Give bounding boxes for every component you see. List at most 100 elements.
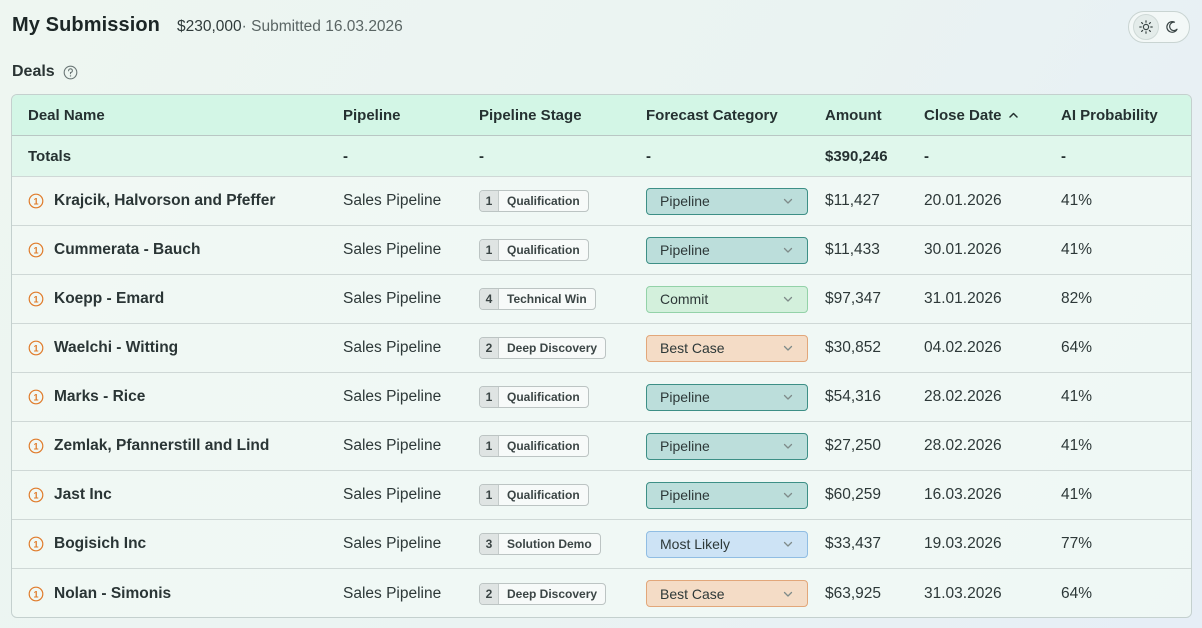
question-circle-icon[interactable]	[63, 65, 78, 80]
table-row[interactable]: 1 Nolan - Simonis Sales Pipeline 2 Deep Disc…	[12, 569, 1191, 617]
table-row[interactable]: 1 Bogisich Inc Sales Pipeline 3 Solution Dem…	[12, 520, 1191, 569]
table-row[interactable]: 1 Jast Inc Sales Pipeline 1 Qualification Pip…	[12, 471, 1191, 520]
forecast-category-select[interactable]: Most Likely	[646, 530, 808, 558]
forecast-category-select[interactable]: Commit	[646, 285, 808, 313]
amount-cell: $54,316	[825, 388, 882, 405]
svg-text:1: 1	[33, 196, 38, 206]
forecast-category-select[interactable]: Pipeline	[646, 481, 808, 509]
forecast-category-select[interactable]: Best Case	[646, 334, 808, 362]
pipeline-stage-cell: 3 Solution Demo	[479, 520, 601, 568]
warning-circle-icon: 1	[28, 242, 44, 258]
forecast-category-select[interactable]: Pipeline	[646, 383, 808, 411]
deal-name: Nolan - Simonis	[54, 584, 172, 602]
warning-circle-icon: 1	[28, 438, 44, 454]
forecast-category-value: Most Likely	[660, 536, 731, 552]
stage-name: Qualification	[507, 194, 580, 208]
forecast-category-select[interactable]: Pipeline	[646, 236, 808, 264]
close-date-cell: 28.02.2026	[924, 437, 1002, 454]
forecast-category-value: Pipeline	[660, 242, 710, 258]
table-row[interactable]: 1 Koepp - Emard Sales Pipeline 4 Technical W…	[12, 275, 1191, 324]
forecast-category-value: Best Case	[660, 340, 725, 356]
stage-number: 2	[480, 338, 499, 358]
pipeline-cell: Sales Pipeline	[343, 437, 442, 454]
ai-probability-cell: 41%	[1061, 486, 1093, 503]
sort-ascending-icon[interactable]	[1008, 110, 1019, 121]
deal-name-cell[interactable]: 1 Zemlak, Pfannerstill and Lind	[28, 422, 269, 470]
totals-row: Totals - - - $390,246 - -	[12, 136, 1191, 177]
deal-name-cell[interactable]: 1 Nolan - Simonis	[28, 569, 172, 617]
forecast-category-value: Pipeline	[660, 438, 710, 454]
deal-name: Marks - Rice	[54, 388, 146, 405]
forecast-category-select[interactable]: Best Case	[646, 580, 808, 607]
table-row[interactable]: 1 Marks - Rice Sales Pipeline 1 Qualificatio…	[12, 373, 1191, 422]
forecast-category-cell: Commit	[646, 275, 808, 323]
page-title: My Submission	[12, 14, 160, 36]
moon-icon	[1166, 21, 1178, 33]
pipeline-cell: Sales Pipeline	[343, 535, 442, 552]
column-header-amount[interactable]: Amount	[825, 95, 882, 135]
table-row[interactable]: 1 Krajcik, Halvorson and Pfeffer Sales Pip…	[12, 177, 1191, 226]
svg-text:1: 1	[33, 539, 38, 549]
pipeline-cell: Sales Pipeline	[343, 241, 442, 258]
light-mode-button[interactable]	[1133, 14, 1159, 40]
stage-number: 3	[480, 534, 499, 554]
theme-toggle[interactable]	[1128, 11, 1190, 43]
stage-name: Deep Discovery	[507, 341, 598, 355]
close-date-cell: 04.02.2026	[924, 339, 1002, 356]
column-header-pipeline-stage[interactable]: Pipeline Stage	[479, 95, 582, 135]
svg-text:1: 1	[33, 441, 38, 451]
pipeline-cell: Sales Pipeline	[343, 290, 442, 307]
column-header-deal-name[interactable]: Deal Name	[28, 95, 105, 135]
close-date-cell: 19.03.2026	[924, 535, 1002, 552]
chevron-down-icon	[783, 541, 793, 547]
column-header-forecast-category[interactable]: Forecast Category	[646, 95, 778, 135]
deal-name-cell[interactable]: 1 Waelchi - Witting	[28, 324, 178, 372]
deals-table: Deal Name Pipeline Pipeline Stage Foreca…	[11, 94, 1192, 618]
deal-name-cell[interactable]: 1 Krajcik, Halvorson and Pfeffer	[28, 177, 275, 225]
deal-name-cell[interactable]: 1 Cummerata - Bauch	[28, 226, 200, 274]
column-header-pipeline[interactable]: Pipeline	[343, 95, 401, 135]
table-row[interactable]: 1 Cummerata - Bauch Sales Pipeline 1 Qualifi…	[12, 226, 1191, 275]
pipeline-stage-cell: 1 Qualification	[479, 373, 589, 421]
chevron-down-icon	[783, 345, 793, 351]
forecast-category-cell: Pipeline	[646, 226, 808, 274]
svg-text:1: 1	[33, 392, 38, 402]
dark-mode-button[interactable]	[1159, 14, 1185, 40]
column-header-ai-probability[interactable]: AI Probability	[1061, 95, 1158, 135]
table-row[interactable]: 1 Waelchi - Witting Sales Pipeline 2 Deep Di…	[12, 324, 1191, 373]
totals-ai-probability: -	[1061, 147, 1066, 165]
totals-label: Totals	[28, 147, 72, 165]
column-header-close-date[interactable]: Close Date	[924, 95, 1019, 135]
ai-probability-cell: 64%	[1061, 339, 1093, 356]
amount-cell: $27,250	[825, 437, 882, 454]
totals-forecast: -	[646, 147, 651, 165]
close-date-label: Close Date	[924, 106, 1002, 124]
totals-close-date: -	[924, 147, 929, 165]
deal-name-cell[interactable]: 1 Marks - Rice	[28, 373, 145, 421]
deal-name-cell[interactable]: 1 Jast Inc	[28, 471, 112, 519]
forecast-category-value: Pipeline	[660, 193, 710, 209]
forecast-category-select[interactable]: Pipeline	[646, 432, 808, 460]
amount-cell: $33,437	[825, 535, 882, 552]
table-row[interactable]: 1 Zemlak, Pfannerstill and Lind Sales Pipe…	[12, 422, 1191, 471]
svg-text:1: 1	[33, 490, 38, 500]
stage-badge: 1 Qualification	[479, 484, 589, 506]
pipeline-stage-cell: 1 Qualification	[479, 422, 589, 470]
stage-number: 4	[480, 289, 499, 309]
submission-amount: $230,000	[177, 18, 242, 35]
stage-badge: 1 Qualification	[479, 386, 589, 408]
forecast-category-select[interactable]: Pipeline	[646, 187, 808, 215]
forecast-category-cell: Best Case	[646, 324, 808, 372]
forecast-category-cell: Most Likely	[646, 520, 808, 568]
stage-number: 1	[480, 436, 499, 456]
svg-text:1: 1	[33, 343, 38, 353]
deal-name: Jast Inc	[54, 486, 112, 503]
deal-name-cell[interactable]: 1 Koepp - Emard	[28, 275, 164, 323]
stage-name: Qualification	[507, 488, 580, 502]
pipeline-cell: Sales Pipeline	[343, 339, 442, 356]
chevron-down-icon	[783, 198, 793, 204]
warning-circle-icon: 1	[28, 487, 44, 503]
deal-name-cell[interactable]: 1 Bogisich Inc	[28, 520, 146, 568]
sun-icon	[1139, 20, 1153, 34]
close-date-cell: 31.03.2026	[924, 584, 1002, 602]
